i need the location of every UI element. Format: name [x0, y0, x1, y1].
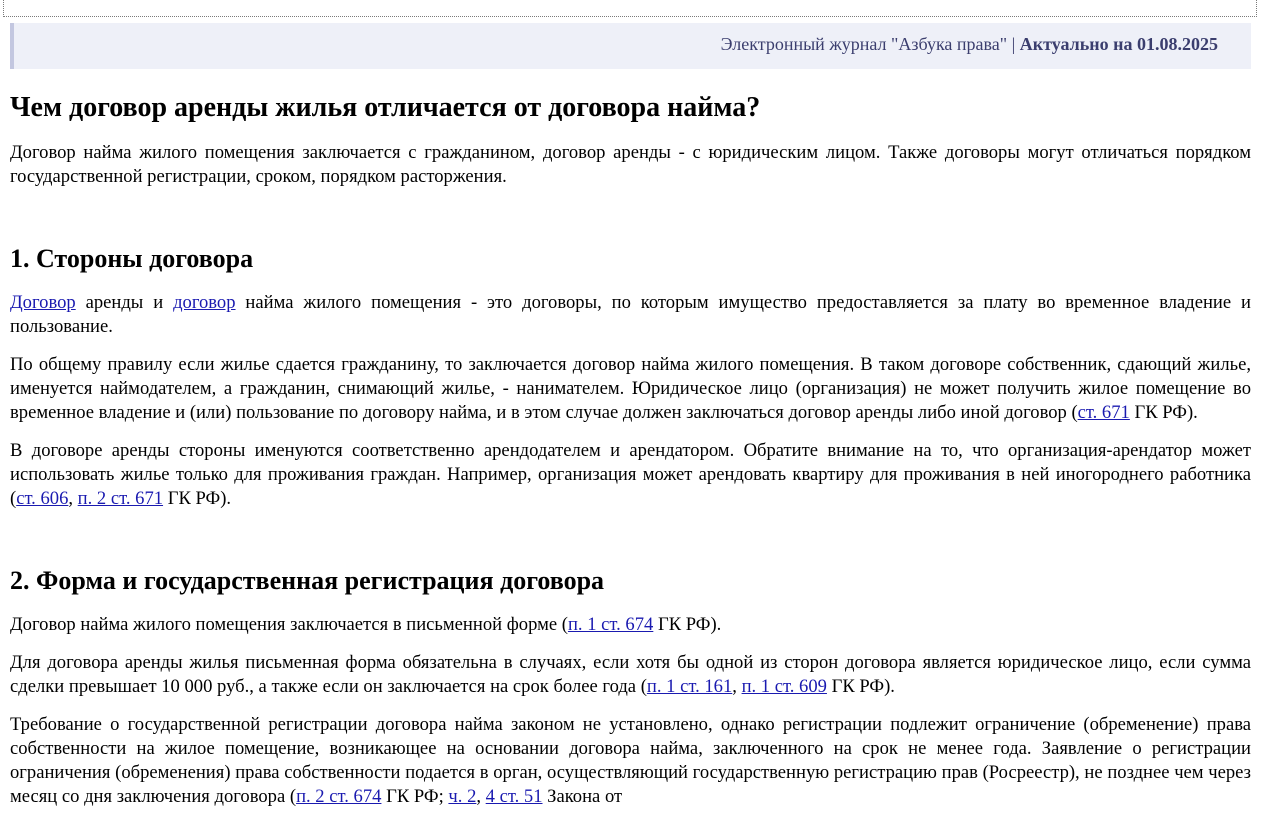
text: ГК РФ).: [826, 676, 895, 697]
section1-paragraph-2: По общему правилу если жилье сдается гра…: [10, 353, 1251, 425]
text: ,: [476, 786, 486, 807]
link-p1-st-609[interactable]: п. 1 ст. 609: [742, 676, 827, 697]
journal-header: Электронный журнал "Азбука права" | Акту…: [10, 23, 1251, 69]
top-frame: [3, 0, 1257, 17]
text: Требование о государственной регистрации…: [10, 714, 1251, 807]
actual-date: Актуально на 01.08.2025: [1019, 34, 1218, 54]
text: ГК РФ;: [381, 786, 449, 807]
text: ГК РФ).: [163, 488, 232, 509]
link-p2-st-674[interactable]: п. 2 ст. 674: [296, 786, 381, 807]
link-st-671[interactable]: ст. 671: [1078, 402, 1130, 423]
text: ГК РФ).: [653, 614, 722, 635]
text: ,: [732, 676, 742, 697]
journal-name: Электронный журнал "Азбука права": [720, 34, 1008, 54]
link-4-st-51[interactable]: 4 ст. 51: [486, 786, 543, 807]
link-ch-2[interactable]: ч. 2: [448, 786, 476, 807]
link-dogovor-arendy[interactable]: Договор: [10, 292, 76, 313]
section2-paragraph-2: Для договора аренды жилья письменная фор…: [10, 651, 1251, 699]
section1-paragraph-3: В договоре аренды стороны именуются соот…: [10, 439, 1251, 511]
text: По общему правилу если жилье сдается гра…: [10, 354, 1251, 423]
text: ГК РФ).: [1129, 402, 1198, 423]
article-content: Чем договор аренды жилья отличается от д…: [10, 89, 1251, 809]
section1-paragraph-1: Договор аренды и договор найма жилого по…: [10, 291, 1251, 339]
section1-title: 1. Стороны договора: [10, 244, 254, 273]
section2-title: 2. Форма и государственная регистрация д…: [10, 566, 605, 595]
header-separator: |: [1007, 34, 1020, 54]
text: аренды и: [75, 292, 174, 313]
section2-paragraph-1: Договор найма жилого помещения заключает…: [10, 613, 1251, 637]
link-p1-st-674[interactable]: п. 1 ст. 674: [568, 614, 653, 635]
article-intro: Договор найма жилого помещения заключает…: [10, 142, 1251, 187]
link-p2-st-671[interactable]: п. 2 ст. 671: [78, 488, 163, 509]
text: Для договора аренды жилья письменная фор…: [10, 652, 1251, 697]
text: ,: [68, 488, 78, 509]
link-dogovor-nayma[interactable]: договор: [173, 292, 235, 313]
link-p1-st-161[interactable]: п. 1 ст. 161: [647, 676, 732, 697]
section2-paragraph-3: Требование о государственной регистрации…: [10, 713, 1251, 809]
link-st-606[interactable]: ст. 606: [16, 488, 68, 509]
text: Договор найма жилого помещения заключает…: [10, 614, 568, 635]
text: Закона от: [542, 786, 623, 807]
article-title: Чем договор аренды жилья отличается от д…: [10, 92, 761, 123]
